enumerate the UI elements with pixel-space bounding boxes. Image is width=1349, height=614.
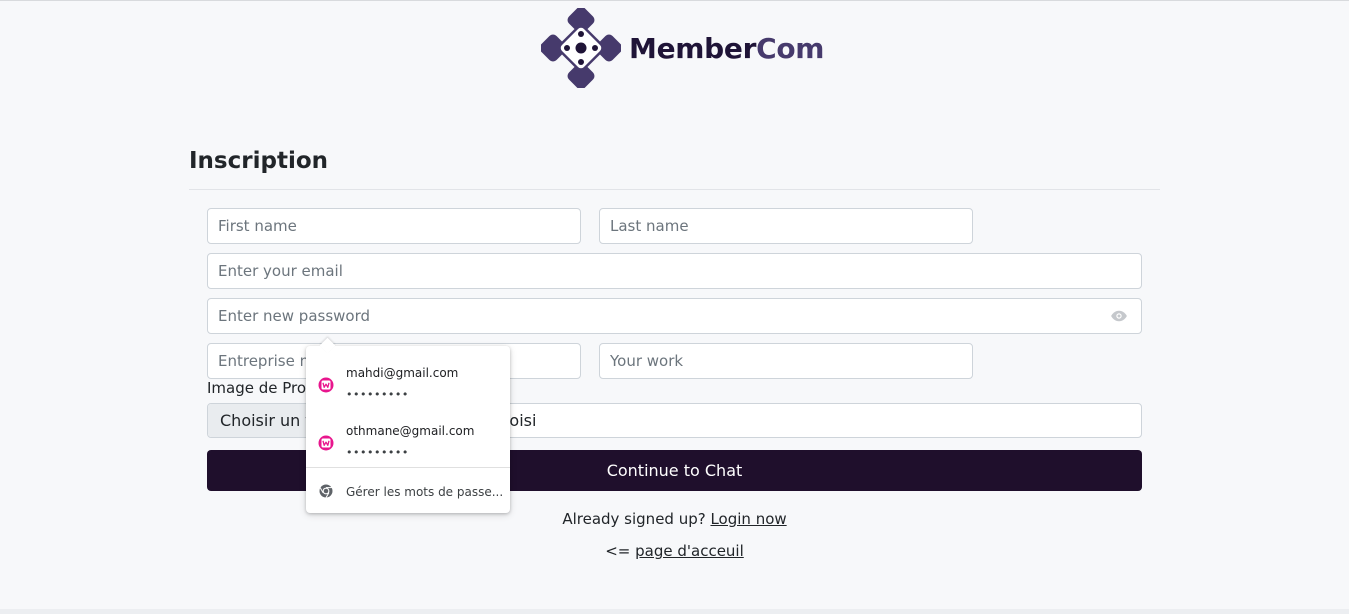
brand-logo: MemberCom — [541, 8, 824, 88]
password-autofill-dropdown: mahdi@gmail.com ••••••••• othmane@gmail.… — [306, 337, 510, 513]
login-now-link[interactable]: Login now — [710, 510, 786, 528]
email-input[interactable] — [207, 253, 1142, 289]
saved-account-option[interactable]: mahdi@gmail.com ••••••••• — [306, 354, 510, 406]
work-input[interactable] — [599, 343, 973, 379]
bottom-border — [0, 609, 1349, 614]
page-title: Inscription — [189, 148, 328, 174]
saved-account-email: mahdi@gmail.com — [346, 366, 459, 380]
already-signed-up-text: Already signed up? — [562, 510, 711, 528]
back-arrow-text: <= — [605, 542, 636, 560]
saved-account-option[interactable]: othmane@gmail.com ••••••••• — [306, 412, 510, 464]
last-name-input[interactable] — [599, 208, 973, 244]
login-prompt: Already signed up? Login now — [0, 510, 1349, 528]
brand-name-part1: Member — [629, 31, 757, 65]
profile-image-label: Image de Profil — [207, 379, 320, 397]
brand-name-part2: Com — [756, 31, 825, 65]
top-border — [0, 0, 1349, 1]
site-key-icon — [318, 377, 334, 393]
membercom-logo-icon — [541, 8, 621, 88]
first-name-input[interactable] — [207, 208, 581, 244]
eye-icon[interactable] — [1110, 307, 1128, 325]
manage-passwords-option[interactable]: Gérer les mots de passe... — [306, 478, 510, 504]
home-link-row: <= page d'acceuil — [0, 542, 1349, 560]
home-page-link[interactable]: page d'acceuil — [635, 542, 744, 560]
dropdown-divider — [306, 467, 510, 468]
saved-account-password-mask: ••••••••• — [346, 446, 409, 459]
saved-account-password-mask: ••••••••• — [346, 388, 409, 401]
password-input[interactable] — [207, 298, 1142, 334]
title-divider — [189, 189, 1160, 190]
manage-passwords-label: Gérer les mots de passe... — [346, 485, 504, 499]
saved-account-email: othmane@gmail.com — [346, 424, 475, 438]
dropdown-pointer — [319, 337, 336, 354]
chrome-icon — [318, 483, 334, 499]
site-key-icon — [318, 435, 334, 451]
brand-name: MemberCom — [629, 32, 824, 65]
